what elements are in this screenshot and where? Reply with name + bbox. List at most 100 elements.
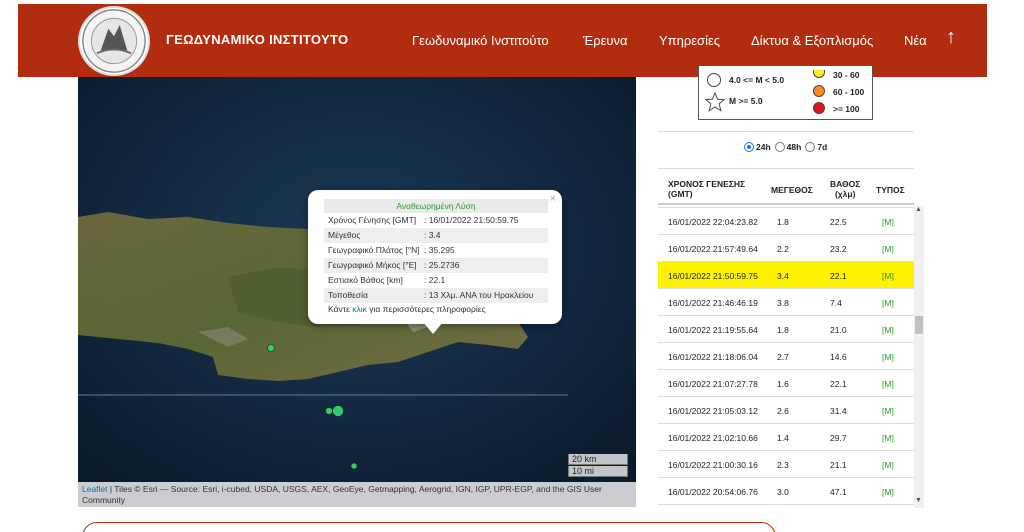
table-row[interactable]: 16/01/2022 21:57:49.64 2.2 23.2 [M] xyxy=(658,235,914,262)
cell-type: [M] xyxy=(882,460,894,470)
popup-value: : 16/01/2022 21:50:59.75 xyxy=(424,215,519,225)
popup-key: Γεωγραφικό Μήκος [°E] xyxy=(328,260,417,270)
table-row[interactable]: 16/01/2022 21:18:06.04 2.7 14.6 [M] xyxy=(658,343,914,370)
cell-depth: 29.7 xyxy=(830,433,847,443)
scale-mi: 10 mi xyxy=(568,466,628,477)
cell-time: 16/01/2022 22:04:23.82 xyxy=(668,217,758,227)
legend-depth-2: 60 - 100 xyxy=(833,87,865,97)
divider xyxy=(658,131,914,132)
popup-title: Αναθεωρημένη Λύση xyxy=(324,199,548,213)
cell-type: [M] xyxy=(882,406,894,416)
popup-row: Γεωγραφικό Μήκος [°E] : 25.2736 xyxy=(324,258,548,273)
label-7d: 7d xyxy=(817,142,828,152)
cell-time: 16/01/2022 21:19:55.64 xyxy=(668,325,758,335)
seal-icon xyxy=(82,9,146,73)
depth-circle-1 xyxy=(813,70,825,78)
popup-value: : 22.1 xyxy=(424,275,446,285)
table-header: ΧΡΟΝΟΣ ΓΕΝΕΣΗΣ (GMT) ΜΕΓΕΘΟΣ ΒΑΘΟΣ (χλμ) Τ… xyxy=(658,169,914,205)
popup-more-info: Κάντε κλικ για περισσότερες πληροφορίες xyxy=(324,304,548,314)
popup-value: : 25.2736 xyxy=(424,260,460,270)
label-48h: 48h xyxy=(786,142,802,152)
table-row[interactable]: 16/01/2022 22:04:23.82 1.8 22.5 [M] xyxy=(658,208,914,235)
more-suffix: για περισσότερες πληροφορίες xyxy=(366,304,486,314)
nav-item-research[interactable]: Έρευνα xyxy=(583,33,628,48)
table-row[interactable]: 16/01/2022 21:50:59.75 3.4 22.1 [M] xyxy=(658,262,914,289)
map-attribution: Leaflet | Tiles © Esri — Source: Esri, i… xyxy=(78,482,636,507)
cell-magnitude: 1.8 xyxy=(777,217,789,227)
cell-type: [M] xyxy=(882,487,894,497)
table-row[interactable]: 16/01/2022 21:46:46.19 3.8 7.4 [M] xyxy=(658,289,914,316)
table-scrollbar[interactable]: ▲ ▼ xyxy=(914,206,924,508)
map-scale: 20 km 10 mi xyxy=(568,454,628,478)
nav-item-institute[interactable]: Γεωδυναμικό Ινστιτούτο xyxy=(412,33,549,48)
cell-type: [M] xyxy=(882,325,894,335)
cell-type: [M] xyxy=(882,271,894,281)
table-row[interactable]: 16/01/2022 21:19:55.64 1.8 21.0 [M] xyxy=(658,316,914,343)
institute-logo[interactable] xyxy=(78,6,150,76)
site-title[interactable]: ΓΕΩΔΥΝΑΜΙΚΟ ΙΝΣΤΙΤΟΥΤΟ xyxy=(166,32,348,47)
popup-row: Εστιακό Βάθος [km]: 22.1 xyxy=(324,273,548,288)
close-icon[interactable]: × xyxy=(550,193,556,205)
star-icon xyxy=(704,91,726,112)
popup-value: : 13 Χλμ. ΑΝΑ του Ηρακλείου xyxy=(424,290,534,300)
radio-7d[interactable] xyxy=(805,142,816,152)
bottom-panel xyxy=(82,522,776,532)
cell-type: [M] xyxy=(882,217,894,227)
scroll-up-icon[interactable]: ▲ xyxy=(915,206,922,213)
popup-tip xyxy=(423,322,443,334)
earthquake-table: 16/01/2022 22:08:22.591.721.0[M]16/01/20… xyxy=(658,168,914,508)
earthquake-map[interactable]: × Αναθεωρημένη Λύση Χρόνος Γένησης [GMT]… xyxy=(78,77,636,507)
popup-row: Μέγεθος : 3.4 xyxy=(324,228,548,243)
cell-time: 16/01/2022 21:57:49.64 xyxy=(668,244,758,254)
th-time: ΧΡΟΝΟΣ ΓΕΝΕΣΗΣ (GMT) xyxy=(668,179,746,199)
cell-type: [M] xyxy=(882,352,894,362)
cell-type: [M] xyxy=(882,244,894,254)
cell-time: 16/01/2022 21:05:03.12 xyxy=(668,406,758,416)
popup-key: Τοποθεσία xyxy=(328,290,368,300)
popup-value: : 3.4 xyxy=(424,230,441,240)
popup-row: Τοποθεσία : 13 Χλμ. ΑΝΑ του Ηρακλείου xyxy=(324,288,548,303)
popup-key: Χρόνος Γένησης [GMT] xyxy=(328,215,417,225)
cell-magnitude: 2.6 xyxy=(777,406,789,416)
circle-icon xyxy=(707,73,721,87)
table-row[interactable]: 16/01/2022 21:05:03.12 2.6 31.4 [M] xyxy=(658,397,914,424)
scroll-thumb[interactable] xyxy=(915,316,923,334)
cell-magnitude: 1.4 xyxy=(777,433,789,443)
table-row[interactable]: 16/01/2022 21:00:30.16 2.3 21.1 [M] xyxy=(658,451,914,478)
cell-time: 16/01/2022 21:50:59.75 xyxy=(668,271,758,281)
scroll-top-icon[interactable]: ↑ xyxy=(946,26,956,49)
cell-magnitude: 1.8 xyxy=(777,325,789,335)
popup-key: Μέγεθος xyxy=(328,230,361,240)
table-row[interactable]: 16/01/2022 21:02:10.66 1.4 29.7 [M] xyxy=(658,424,914,451)
attribution-text: | Tiles © Esri — Source: Esri, i-cubed, … xyxy=(82,484,602,505)
cell-depth: 14.6 xyxy=(830,352,847,362)
radio-24h[interactable] xyxy=(744,142,754,152)
cell-magnitude: 1.6 xyxy=(777,379,789,389)
table-row[interactable]: 16/01/2022 21:07:27.78 1.6 22.1 [M] xyxy=(658,370,914,397)
legend-mag-high: M >= 5.0 xyxy=(729,96,763,106)
radio-48h[interactable] xyxy=(774,142,785,152)
cell-depth: 22.1 xyxy=(830,379,847,389)
cell-magnitude: 3.4 xyxy=(777,271,789,281)
cell-depth: 21.1 xyxy=(830,460,847,470)
leaflet-link[interactable]: Leaflet xyxy=(82,484,108,494)
cell-time: 16/01/2022 21:02:10.66 xyxy=(668,433,758,443)
cell-time: 16/01/2022 21:46:46.19 xyxy=(668,298,758,308)
nav-item-news[interactable]: Νέα xyxy=(904,33,927,48)
popup-value: : 35.295 xyxy=(424,245,455,255)
nav-item-networks[interactable]: Δίκτυα & Εξοπλισμός xyxy=(751,33,873,48)
earthquake-popup: × Αναθεωρημένη Λύση Χρόνος Γένησης [GMT]… xyxy=(308,190,562,334)
more-info-link[interactable]: κλικ xyxy=(352,304,367,314)
cell-magnitude: 3.8 xyxy=(777,298,789,308)
popup-row: Χρόνος Γένησης [GMT] : 16/01/2022 21:50:5… xyxy=(324,213,548,228)
table-row[interactable]: 16/01/2022 20:54:06.76 3.0 47.1 [M] xyxy=(658,478,914,505)
more-prefix: Κάντε xyxy=(328,304,353,314)
cell-magnitude: 3.0 xyxy=(777,487,789,497)
cell-depth: 7.4 xyxy=(830,298,842,308)
th-depth: ΒΑΘΟΣ (χλμ) xyxy=(830,179,861,199)
depth-circle-3 xyxy=(813,102,825,114)
scroll-down-icon[interactable]: ▼ xyxy=(915,497,922,504)
cell-magnitude: 2.2 xyxy=(777,244,789,254)
nav-item-services[interactable]: Υπηρεσίες xyxy=(659,33,720,48)
th-mag: ΜΕΓΕΘΟΣ xyxy=(771,185,813,195)
